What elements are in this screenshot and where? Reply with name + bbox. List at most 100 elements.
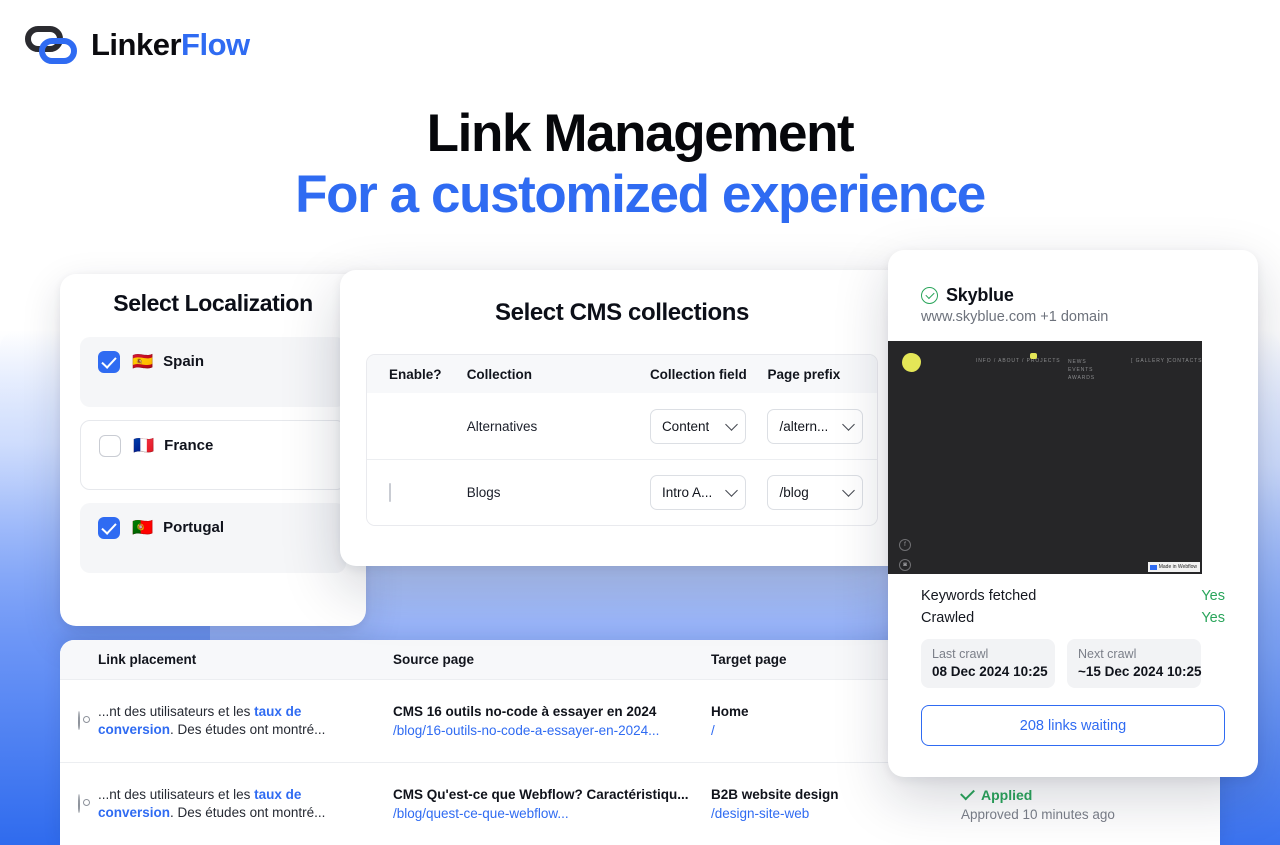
localization-checkbox[interactable] [99,435,121,457]
localization-title: Select Localization [113,290,313,316]
table-col-source-page: Source page [393,652,475,667]
stat-value: Yes [1201,588,1225,604]
target-page-cell: B2B website design/design-site-web [711,787,961,821]
cms-table: Enable? Collection Collection field Page… [366,354,878,526]
localization-checkbox[interactable] [98,351,120,373]
localization-list: 🇪🇸 Spain 🇫🇷 France 🇵🇹 Portugal [80,337,346,573]
preview-nav-mid: NEWS EVENTS AWARDS [1068,359,1095,381]
localization-label: France [164,437,214,454]
site-stats: Keywords fetched Yes Crawled Yes [888,588,1258,626]
cms-col-prefix: Page prefix [767,366,841,382]
chevron-down-icon [842,417,856,431]
source-page-cell: CMS Qu'est-ce que Webflow? Caractéristiq… [393,787,711,821]
link-placement-cell: ...nt des utilisateurs et les taux de co… [98,786,393,822]
collection-field-select[interactable]: Content [649,408,746,444]
cms-enable-checkbox[interactable] [389,482,391,502]
page-root: LinkerFlow Link Management For a customi… [0,0,1280,845]
brand-name-dark: Linker [91,27,182,62]
page-prefix-select[interactable]: /blog [767,475,864,510]
row-visibility-cell[interactable] [60,711,98,730]
site-summary-card: Skyblue www.skyblue.com +1 domain INFO /… [888,250,1258,777]
eye-icon[interactable] [78,794,80,813]
stat-value: Yes [1201,610,1225,626]
cms-prefix-cell: /blog [767,475,877,510]
localization-item[interactable]: 🇫🇷 France [80,420,346,490]
status-badge: Applied [960,785,1201,803]
cms-table-row: Blogs Intro A... /blog [367,459,877,525]
status-subtext: Approved 10 minutes ago [961,806,1115,822]
link-snippet: ...nt des utilisateurs et les taux de co… [98,787,326,820]
cms-field-cell: Intro A... [649,475,768,510]
crawl-info: Last crawl 08 Dec 2024 10:25 Next crawl … [888,639,1258,688]
preview-nav-contacts: CONTACTS [1168,358,1202,364]
preview-accent-dot-icon [1030,353,1037,359]
chevron-down-icon [725,484,738,497]
stat-row: Keywords fetched Yes [888,588,1258,604]
source-page-cell: CMS 16 outils no-code à essayer en 2024 /… [393,704,711,738]
site-domain: www.skyblue.com +1 domain [921,309,1109,325]
localization-item[interactable]: 🇵🇹 Portugal [80,503,346,573]
row-visibility-cell[interactable] [60,794,98,813]
localization-checkbox[interactable] [98,517,120,539]
cms-col-collection: Collection [466,366,532,382]
site-header: Skyblue www.skyblue.com +1 domain [888,250,1258,325]
page-prefix-select[interactable]: /altern... [767,408,864,444]
preview-nav-left: INFO / ABOUT / PROJECTS [976,358,1061,364]
source-page-title: CMS 16 outils no-code à essayer en 2024 [393,704,657,719]
target-page-url[interactable]: /design-site-web [711,806,961,821]
cms-field-cell: Content [649,408,768,444]
cms-collections-modal: Select CMS collections Enable? Collectio… [340,270,904,566]
preview-nav-gallery: [ GALLERY ] [1131,358,1170,364]
collection-field-select[interactable]: Intro A... [649,475,746,510]
cms-table-header: Enable? Collection Collection field Page… [367,355,877,393]
source-page-title: CMS Qu'est-ce que Webflow? Caractéristiq… [393,787,689,802]
localization-card: Select Localization 🇪🇸 Spain 🇫🇷 France 🇵🇹 Por… [60,274,366,626]
cms-collection-name: Blogs [466,485,501,500]
anchor-text-link[interactable]: taux de conversion [98,704,301,737]
status-label: Applied [981,786,1033,803]
links-waiting-button[interactable]: 208 links waiting [921,705,1225,746]
link-snippet: ...nt des utilisateurs et les taux de co… [98,704,326,737]
page-title: Link Management [426,104,855,163]
stat-label: Crawled [921,610,975,626]
check-circle-icon [921,287,938,304]
cms-prefix-cell: /altern... [767,408,877,444]
check-icon [960,785,975,800]
cms-table-row: Alternatives Content/altern... [367,393,877,459]
source-page-url[interactable]: /blog/quest-ce-que-webflow... [393,806,711,821]
chain-links-icon [24,22,80,68]
brand-name-accent: Flow [181,27,250,62]
table-col-link-placement: Link placement [98,652,197,667]
brand-wordmark: LinkerFlow [91,27,250,63]
next-crawl-value: ~15 Dec 2024 10:25 [1078,664,1202,679]
site-logo-blob-icon [902,353,921,372]
cms-col-field: Collection field [649,366,747,382]
last-crawl-box: Last crawl 08 Dec 2024 10:25 [921,639,1055,688]
facebook-icon: f [899,539,911,551]
stat-label: Keywords fetched [921,588,1037,604]
anchor-text-link[interactable]: taux de conversion [98,787,301,820]
hero-section: Link Management For a customized experie… [0,104,1280,225]
last-crawl-value: 08 Dec 2024 10:25 [932,664,1048,679]
link-placement-cell: ...nt des utilisateurs et les taux de co… [98,703,393,739]
chevron-down-icon [725,417,738,431]
localization-item[interactable]: 🇪🇸 Spain [80,337,346,407]
site-preview-thumbnail[interactable]: INFO / ABOUT / PROJECTS NEWS EVENTS AWARDS… [888,341,1202,574]
eye-icon[interactable] [78,711,80,730]
stat-row: Crawled Yes [888,610,1258,626]
instagram-icon: ◙ [899,559,911,571]
cms-enable-cell [367,482,467,502]
cms-table-body: Alternatives Content/altern... Blogs Intro … [367,393,877,525]
target-page-title: B2B website design [711,787,839,802]
flag-icon: 🇪🇸 [132,352,154,371]
flag-icon: 🇵🇹 [132,518,154,537]
brand-logo[interactable]: LinkerFlow [24,22,250,68]
site-name: Skyblue [946,285,1014,305]
localization-label: Portugal [163,519,225,536]
localization-label: Spain [163,353,205,370]
status-cell: Applied Approved 10 minutes ago [960,785,1201,822]
chevron-down-icon [842,484,856,497]
made-in-webflow-badge: Made in Webflow [1147,562,1200,572]
source-page-url[interactable]: /blog/16-outils-no-code-a-essayer-en-202… [393,723,711,738]
page-subtitle: For a customized experience [295,165,986,225]
